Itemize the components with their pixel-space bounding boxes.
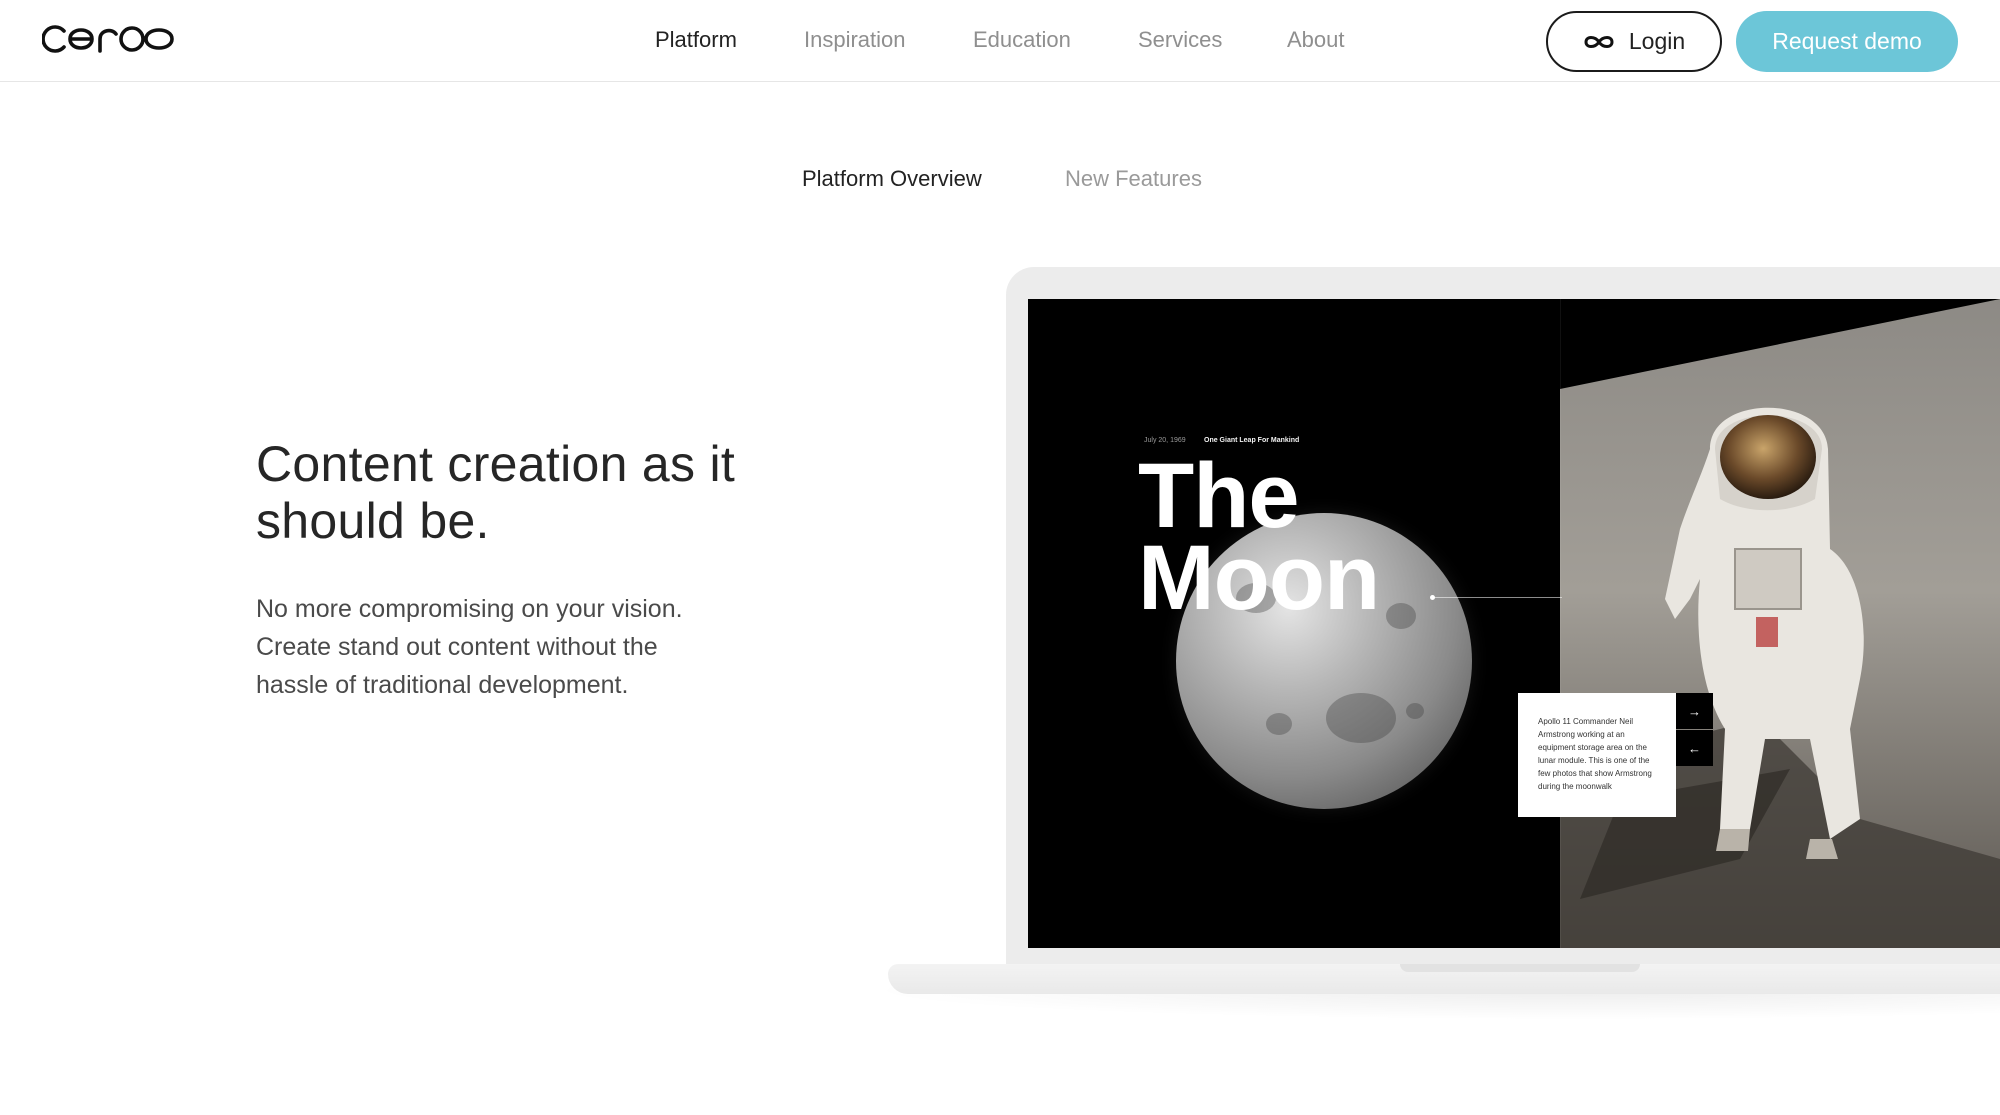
- login-button[interactable]: Login: [1546, 11, 1722, 72]
- nav-item-about[interactable]: About: [1287, 27, 1345, 53]
- ceros-logo[interactable]: [42, 22, 182, 56]
- request-demo-button[interactable]: Request demo: [1736, 11, 1958, 72]
- arrow-right-icon[interactable]: →: [1676, 693, 1713, 729]
- preview-date: July 20, 1969: [1144, 437, 1186, 444]
- laptop-screen-preview: July 20, 1969 One Giant Leap For Mankind…: [1028, 299, 2000, 948]
- tab-new-features[interactable]: New Features: [1065, 166, 1202, 192]
- site-header: Platform Inspiration Education Services …: [0, 0, 2000, 82]
- preview-title-line2: Moon: [1138, 527, 1380, 629]
- nav-item-inspiration[interactable]: Inspiration: [804, 27, 906, 53]
- hero-title: Content creation as it should be.: [256, 436, 736, 549]
- login-label: Login: [1628, 28, 1686, 54]
- nav-item-education[interactable]: Education: [973, 27, 1071, 53]
- arrow-left-icon[interactable]: ←: [1676, 730, 1713, 766]
- caption-text: Apollo 11 Commander Neil Armstrong worki…: [1538, 717, 1652, 791]
- astronaut-photo: [1560, 299, 2000, 948]
- preview-title-line1: The: [1138, 445, 1300, 547]
- laptop-base-lip: [1400, 964, 1640, 972]
- nav-item-platform[interactable]: Platform: [655, 27, 737, 53]
- preview-title: The Moon: [1138, 445, 1380, 629]
- connector-dot: [1430, 595, 1435, 600]
- connector-line: [1432, 597, 1562, 598]
- preview-tagline: One Giant Leap For Mankind: [1204, 437, 1300, 444]
- caption-card: Apollo 11 Commander Neil Armstrong worki…: [1518, 693, 1676, 817]
- hero-body: No more compromising on your vision. Cre…: [256, 595, 683, 699]
- nav-item-services[interactable]: Services: [1138, 27, 1222, 53]
- infinity-icon: [1584, 35, 1614, 48]
- tab-platform-overview[interactable]: Platform Overview: [802, 166, 982, 192]
